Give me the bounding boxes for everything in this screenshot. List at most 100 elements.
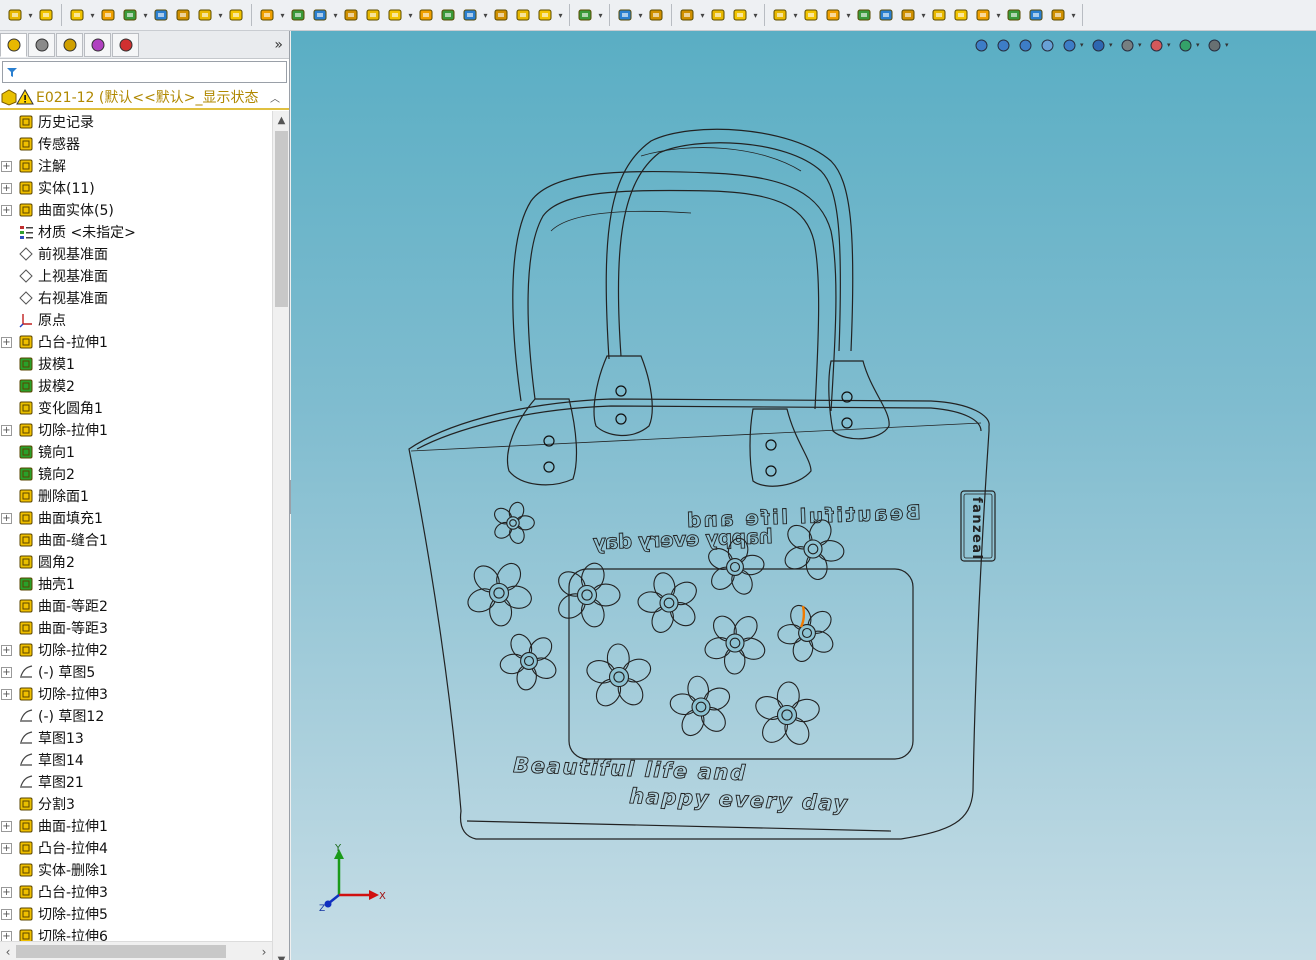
tree-item[interactable]: + 凸台-拉伸4 xyxy=(0,837,272,859)
sketch-point-icon[interactable] xyxy=(67,5,87,25)
thread-icon[interactable] xyxy=(513,5,533,25)
tree-item[interactable]: 草图14 xyxy=(0,749,272,771)
tree-item[interactable]: 圆角2 xyxy=(0,551,272,573)
dropdown-arrow-icon[interactable]: ▾ xyxy=(88,5,97,25)
spline-tool-icon[interactable] xyxy=(951,5,971,25)
tree-item[interactable]: 原点 xyxy=(0,309,272,331)
scroll-thumb[interactable] xyxy=(275,131,288,307)
tree-item[interactable]: 草图13 xyxy=(0,727,272,749)
dome-icon[interactable] xyxy=(363,5,383,25)
expand-icon[interactable]: + xyxy=(1,160,12,172)
scroll-left-button[interactable]: ‹ xyxy=(0,942,16,960)
line-icon[interactable] xyxy=(823,5,843,25)
tree-item[interactable]: 抽壳1 xyxy=(0,573,272,595)
tree-item[interactable]: + 切除-拉伸3 xyxy=(0,683,272,705)
arc-icon[interactable] xyxy=(929,5,949,25)
tree-item[interactable]: + 曲面实体(5) xyxy=(0,199,272,221)
tree-item[interactable]: + (-) 草图5 xyxy=(0,661,272,683)
smart-dim-icon[interactable] xyxy=(801,5,821,25)
tree-item[interactable]: + 曲面填充1 xyxy=(0,507,272,529)
reference-geometry-icon[interactable] xyxy=(615,5,635,25)
tree-item[interactable]: + 切除-拉伸1 xyxy=(0,419,272,441)
tree-item[interactable]: + 曲面-拉伸1 xyxy=(0,815,272,837)
curves-icon[interactable] xyxy=(646,5,666,25)
tree-item[interactable]: 实体-删除1 xyxy=(0,859,272,881)
draft-icon[interactable] xyxy=(341,5,361,25)
wrap-icon[interactable] xyxy=(385,5,405,25)
scroll-down-button[interactable]: ▼ xyxy=(273,951,290,960)
expand-icon[interactable]: + xyxy=(1,644,12,656)
sweep-boss-icon[interactable] xyxy=(151,5,171,25)
tree-horizontal-scrollbar[interactable]: ‹ › xyxy=(0,941,272,960)
dropdown-arrow-icon[interactable]: ▾ xyxy=(919,5,928,25)
mirror-icon[interactable] xyxy=(535,5,555,25)
expand-icon[interactable]: + xyxy=(1,666,12,678)
cut-revolve-icon[interactable] xyxy=(460,5,480,25)
dropdown-arrow-icon[interactable]: ▾ xyxy=(596,5,605,25)
tree-item[interactable]: + 切除-拉伸2 xyxy=(0,639,272,661)
display-manager-icon[interactable] xyxy=(112,32,139,57)
dropdown-arrow-icon[interactable]: ▾ xyxy=(698,5,707,25)
tree-item[interactable]: 草图21 xyxy=(0,771,272,793)
new-document-icon[interactable] xyxy=(5,5,25,25)
revolve-boss-icon[interactable] xyxy=(120,5,140,25)
tree-item[interactable]: 拔模2 xyxy=(0,375,272,397)
tree-item[interactable]: + 实体(11) xyxy=(0,177,272,199)
instant3d-icon[interactable] xyxy=(730,5,750,25)
tree-item[interactable]: 曲面-等距3 xyxy=(0,617,272,639)
tree-item[interactable]: 前视基准面 xyxy=(0,243,272,265)
tree-item[interactable]: 分割3 xyxy=(0,793,272,815)
spline-icon[interactable] xyxy=(708,5,728,25)
smart-dimension-icon[interactable] xyxy=(677,5,697,25)
scroll-up-button[interactable]: ▲ xyxy=(273,111,290,129)
tree-item[interactable]: 曲面-缝合1 xyxy=(0,529,272,551)
expand-icon[interactable]: + xyxy=(1,182,12,194)
tree-item[interactable]: 变化圆角1 xyxy=(0,397,272,419)
tree-item[interactable]: 传感器 xyxy=(0,133,272,155)
graphics-viewport[interactable]: ▾ ▾ ▾ ▾ ▾ ▾ Beautiful life and happy eve… xyxy=(291,31,1316,960)
dropdown-arrow-icon[interactable]: ▾ xyxy=(406,5,415,25)
dropdown-arrow-icon[interactable]: ▾ xyxy=(278,5,287,25)
expand-icon[interactable]: + xyxy=(1,820,12,832)
tree-item[interactable]: 上视基准面 xyxy=(0,265,272,287)
fillet-icon[interactable] xyxy=(226,5,246,25)
rectangle-icon[interactable] xyxy=(854,5,874,25)
tree-item[interactable]: (-) 草图12 xyxy=(0,705,272,727)
feature-filter-input[interactable] xyxy=(2,61,287,83)
feature-manager-icon[interactable] xyxy=(0,32,27,57)
slot-icon[interactable] xyxy=(876,5,896,25)
dimxpert-icon[interactable] xyxy=(84,32,111,57)
tree-item[interactable]: 曲面-等距2 xyxy=(0,595,272,617)
open-document-icon[interactable] xyxy=(36,5,56,25)
expand-icon[interactable]: + xyxy=(1,886,12,898)
tree-item[interactable]: 拔模1 xyxy=(0,353,272,375)
configuration-manager-icon[interactable] xyxy=(56,32,83,57)
chamfer-icon[interactable] xyxy=(257,5,277,25)
scroll-thumb-horizontal[interactable] xyxy=(16,945,226,958)
tree-item[interactable]: 右视基准面 xyxy=(0,287,272,309)
centerline-icon[interactable] xyxy=(1048,5,1068,25)
collapse-panel-button[interactable]: » xyxy=(274,37,283,53)
expand-icon[interactable]: + xyxy=(1,204,12,216)
scroll-up-arrow-icon[interactable]: ︿ xyxy=(270,90,280,105)
dropdown-arrow-icon[interactable]: ▾ xyxy=(994,5,1003,25)
linear-pattern-icon[interactable] xyxy=(575,5,595,25)
tree-item[interactable]: 镜向2 xyxy=(0,463,272,485)
intersect-icon[interactable] xyxy=(416,5,436,25)
expand-icon[interactable]: + xyxy=(1,842,12,854)
circle-icon[interactable] xyxy=(898,5,918,25)
extrude-boss-icon[interactable] xyxy=(98,5,118,25)
dropdown-arrow-icon[interactable]: ▾ xyxy=(331,5,340,25)
expand-icon[interactable]: + xyxy=(1,908,12,920)
dropdown-arrow-icon[interactable]: ▾ xyxy=(751,5,760,25)
dropdown-arrow-icon[interactable]: ▾ xyxy=(636,5,645,25)
tree-item[interactable]: 历史记录 xyxy=(0,111,272,133)
expand-icon[interactable]: + xyxy=(1,336,12,348)
dropdown-arrow-icon[interactable]: ▾ xyxy=(141,5,150,25)
scroll-right-button[interactable]: › xyxy=(256,942,272,960)
dropdown-arrow-icon[interactable]: ▾ xyxy=(844,5,853,25)
hole-wizard-icon[interactable] xyxy=(491,5,511,25)
dropdown-arrow-icon[interactable]: ▾ xyxy=(1069,5,1078,25)
boundary-boss-icon[interactable] xyxy=(195,5,215,25)
ellipse-icon[interactable] xyxy=(973,5,993,25)
